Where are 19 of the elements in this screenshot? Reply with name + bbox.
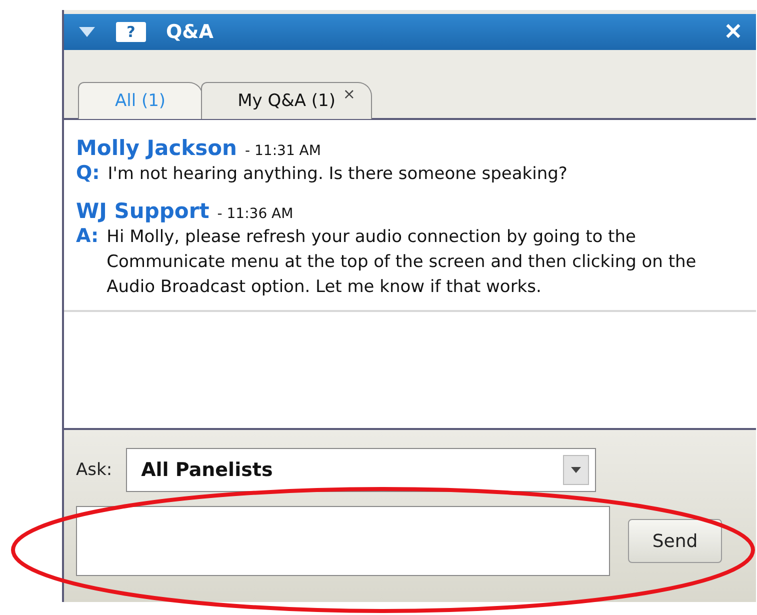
message-text: Hi Molly, please refresh your audio connection by going to the Communicate menu at the top of the screen and then clicking on the Audio Broadcast option. Let me know if that works.: [106, 226, 698, 299]
message-prefix: A:: [76, 225, 99, 249]
send-button[interactable]: Send: [628, 519, 722, 563]
author-name: WJ Support: [76, 199, 210, 223]
recipient-dropdown[interactable]: All Panelists: [126, 448, 596, 492]
help-icon: ?: [116, 22, 146, 42]
message-time: - 11:36 AM: [217, 206, 294, 222]
message-text: I'm not hearing anything. Is there someone speaking?: [108, 163, 568, 186]
tab[interactable]: My Q&A (1) ×: [200, 82, 372, 119]
author-name: Molly Jackson: [76, 136, 237, 160]
ask-label: Ask:: [76, 460, 112, 480]
question-input[interactable]: [76, 506, 610, 576]
panel-title: Q&A: [166, 21, 214, 43]
message-time: - 11:31 AM: [245, 143, 321, 159]
dropdown-caret-icon: [563, 455, 590, 485]
collapse-triangle-icon[interactable]: [78, 26, 96, 38]
tab-close-button[interactable]: ×: [342, 85, 356, 103]
message-prefix: Q:: [76, 162, 100, 186]
close-button[interactable]: ✕: [724, 19, 742, 45]
